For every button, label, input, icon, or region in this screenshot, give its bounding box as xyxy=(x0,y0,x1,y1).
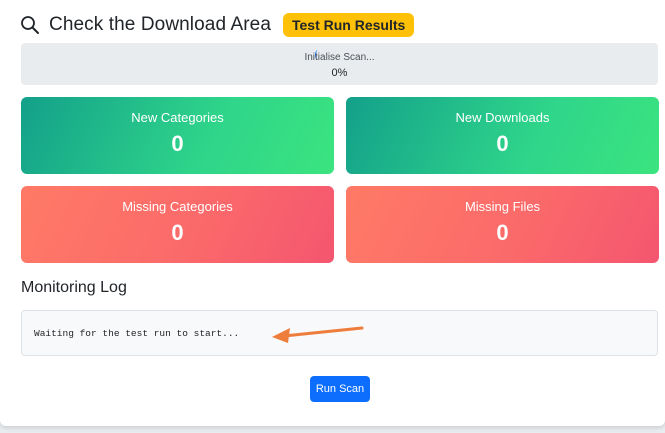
stat-card-missing-categories: Missing Categories 0 xyxy=(21,186,334,263)
scan-percent-text: 0% xyxy=(331,67,348,79)
stat-card-missing-files: Missing Files 0 xyxy=(346,186,659,263)
scan-status-text: Initialise Scan... xyxy=(304,52,375,63)
stat-value: 0 xyxy=(171,220,184,245)
page-title: Check the Download Area xyxy=(49,14,271,35)
stat-value: 0 xyxy=(171,131,184,156)
stat-label: New Categories xyxy=(131,110,224,125)
stat-card-new-categories: New Categories 0 xyxy=(21,97,334,174)
search-icon xyxy=(20,15,40,35)
run-scan-button[interactable]: Run Scan xyxy=(310,376,370,402)
scan-card: Check the Download Area Test Run Results… xyxy=(0,0,665,426)
stat-value: 0 xyxy=(496,131,509,156)
scan-progress: Initialise Scan... 0% xyxy=(21,43,658,85)
stat-value: 0 xyxy=(496,220,509,245)
stat-card-new-downloads: New Downloads 0 xyxy=(346,97,659,174)
stat-label: Missing Files xyxy=(464,199,541,214)
stat-label: Missing Categories xyxy=(122,199,233,214)
status-badge: Test Run Results xyxy=(283,13,415,37)
log-message: Waiting for the test run to start... xyxy=(34,328,240,339)
stat-label: New Downloads xyxy=(455,110,550,125)
monitoring-log-title: Monitoring Log xyxy=(21,279,127,296)
annotation-arrow-icon xyxy=(272,326,364,343)
card-header: Check the Download Area Test Run Results xyxy=(20,12,415,38)
